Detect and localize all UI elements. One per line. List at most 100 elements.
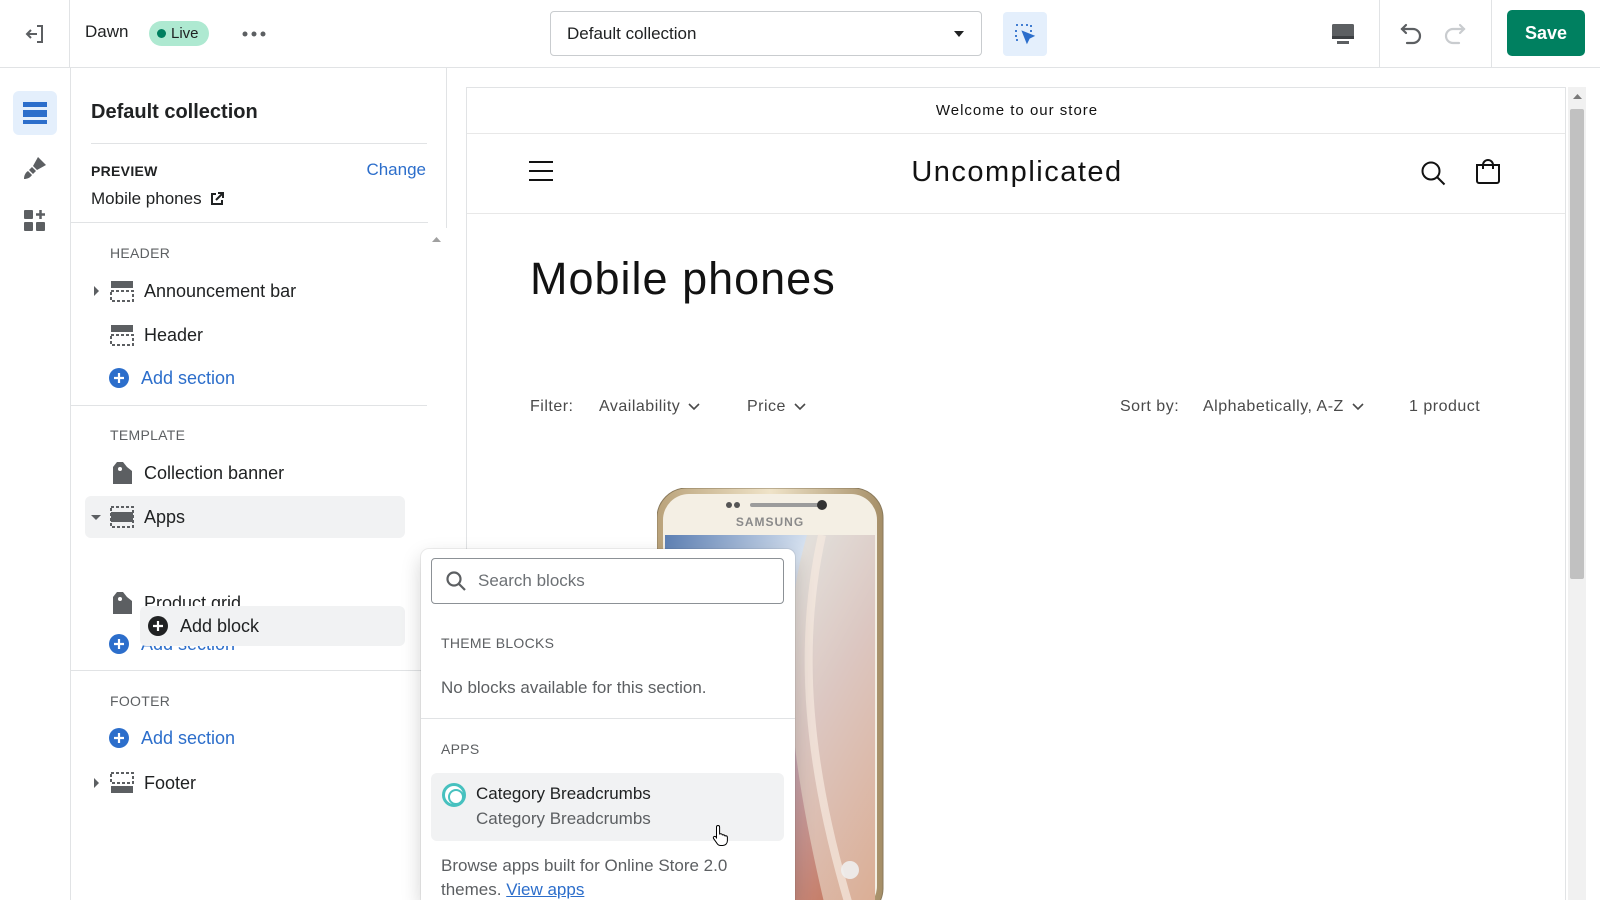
search-icon [446,571,466,591]
template-select-value: Default collection [567,23,697,43]
collection-tag-icon [109,460,135,486]
tree-item-label: Header [144,324,204,345]
divider [71,670,428,671]
chevron-down-icon [794,403,806,411]
product-count: 1 product [1409,398,1481,415]
tree-item-announcement-bar[interactable]: Announcement bar [85,270,405,312]
browse-apps-text: Browse apps built for Online Store 2.0 t… [441,854,771,900]
store-logo[interactable]: Uncomplicated [467,156,1565,189]
tree-item-footer[interactable]: Footer [85,762,405,804]
caret-right-icon[interactable] [85,777,107,789]
tree-item-collection-banner[interactable]: Collection banner [85,452,405,494]
add-section-button-header[interactable]: Add section [109,361,235,395]
undo-button[interactable] [1389,12,1433,56]
preview-resource[interactable]: Mobile phones [91,189,224,209]
section-icon [109,278,135,304]
chevron-down-icon [1352,403,1364,411]
redo-button[interactable] [1433,12,1477,56]
hand-pointer-icon [712,824,728,846]
filter-bar: Filter: Availability Price Sort by: Alph… [530,398,1490,428]
theme-blocks-empty: No blocks available for this section. [441,678,707,697]
add-block-popover: Search blocks THEME BLOCKS No blocks ava… [421,549,795,900]
preview-resource-name: Mobile phones [91,189,202,208]
preview-scroll-thumb[interactable] [1570,109,1584,579]
desktop-icon [1332,24,1354,44]
filter-availability-label: Availability [599,398,681,415]
group-label-header: HEADER [110,245,171,261]
add-section-label: Add section [141,367,236,388]
search-placeholder: Search blocks [478,571,585,590]
announcement-text: Welcome to our store [467,88,1565,134]
group-label-footer: FOOTER [110,693,171,709]
store-header: Uncomplicated [467,134,1565,214]
divider [71,222,428,223]
redo-icon [1444,23,1466,45]
sections-tree: HEADER Announcement bar Header Add secti… [71,228,428,900]
section-icon [109,322,135,348]
app-block-source: Category Breadcrumbs [476,809,651,828]
sort-value: Alphabetically, A-Z [1203,398,1344,415]
cart-icon[interactable] [1475,159,1501,185]
more-actions-button[interactable] [234,17,274,51]
save-button[interactable]: Save [1507,10,1585,56]
caret-down-icon[interactable] [85,514,107,521]
live-dot-icon [157,29,166,38]
add-block-button[interactable]: Add block [140,606,405,646]
add-section-label: Add section [141,727,236,748]
live-badge-label: Live [171,25,199,42]
tree-item-label: Collection banner [144,462,285,483]
caret-right-icon[interactable] [85,285,107,297]
external-link-icon [210,192,224,205]
inspector-button[interactable] [1003,12,1047,56]
collection-tag-icon [109,590,135,616]
device-preview-button[interactable] [1321,12,1365,56]
sidebar-title: Default collection [91,101,258,123]
app-block-name: Category Breadcrumbs [476,784,651,803]
filter-price[interactable]: Price [747,398,806,416]
apps-icon [24,210,45,231]
app-logo-icon [442,783,466,807]
topbar-divider [1379,0,1380,68]
sort-label: Sort by: [1120,398,1180,415]
theme-blocks-label: THEME BLOCKS [441,635,555,651]
filter-availability[interactable]: Availability [599,398,700,416]
search-blocks-input[interactable]: Search blocks [431,558,784,604]
caret-down-icon [954,30,964,37]
scroll-up-arrow-icon [432,237,441,242]
theme-name: Dawn [85,22,129,41]
divider [71,405,428,406]
filter-price-label: Price [747,398,786,415]
chevron-down-icon [688,403,700,411]
add-circle-icon [109,728,129,748]
app-block-category-breadcrumbs[interactable]: Category Breadcrumbs Category Breadcrumb… [431,773,784,841]
add-section-button-footer[interactable]: Add section [109,721,235,755]
sections-sidebar: Default collection PREVIEW Change Mobile… [71,68,447,900]
add-circle-icon [109,634,129,654]
rail-theme-settings-button[interactable] [13,146,57,190]
view-apps-link[interactable]: View apps [506,880,584,899]
tree-item-header[interactable]: Header [85,314,405,356]
collection-title: Mobile phones [530,253,836,304]
divider [421,718,795,719]
tree-item-label: Footer [144,772,197,793]
divider [91,143,427,144]
add-circle-icon [109,368,129,388]
topbar-divider [1491,0,1492,68]
add-circle-icon [148,616,168,636]
section-icon [109,770,135,796]
tree-item-apps[interactable]: Apps [85,496,405,538]
tree-item-label: Apps [144,506,186,527]
template-select[interactable]: Default collection [550,11,982,56]
group-label-template: TEMPLATE [110,427,186,443]
search-icon[interactable] [1420,160,1446,186]
live-badge: Live [149,21,209,46]
filter-label: Filter: [530,398,574,415]
exit-button[interactable] [0,0,70,68]
undo-icon [1400,23,1422,45]
rail-sections-button[interactable] [13,91,57,135]
change-preview-link[interactable]: Change [366,160,426,180]
add-block-label: Add block [180,615,260,636]
editor-topbar: Dawn Live Default collection Save [0,0,1600,68]
rail-app-embeds-button[interactable] [13,199,57,243]
sort-select[interactable]: Alphabetically, A-Z [1203,398,1364,416]
